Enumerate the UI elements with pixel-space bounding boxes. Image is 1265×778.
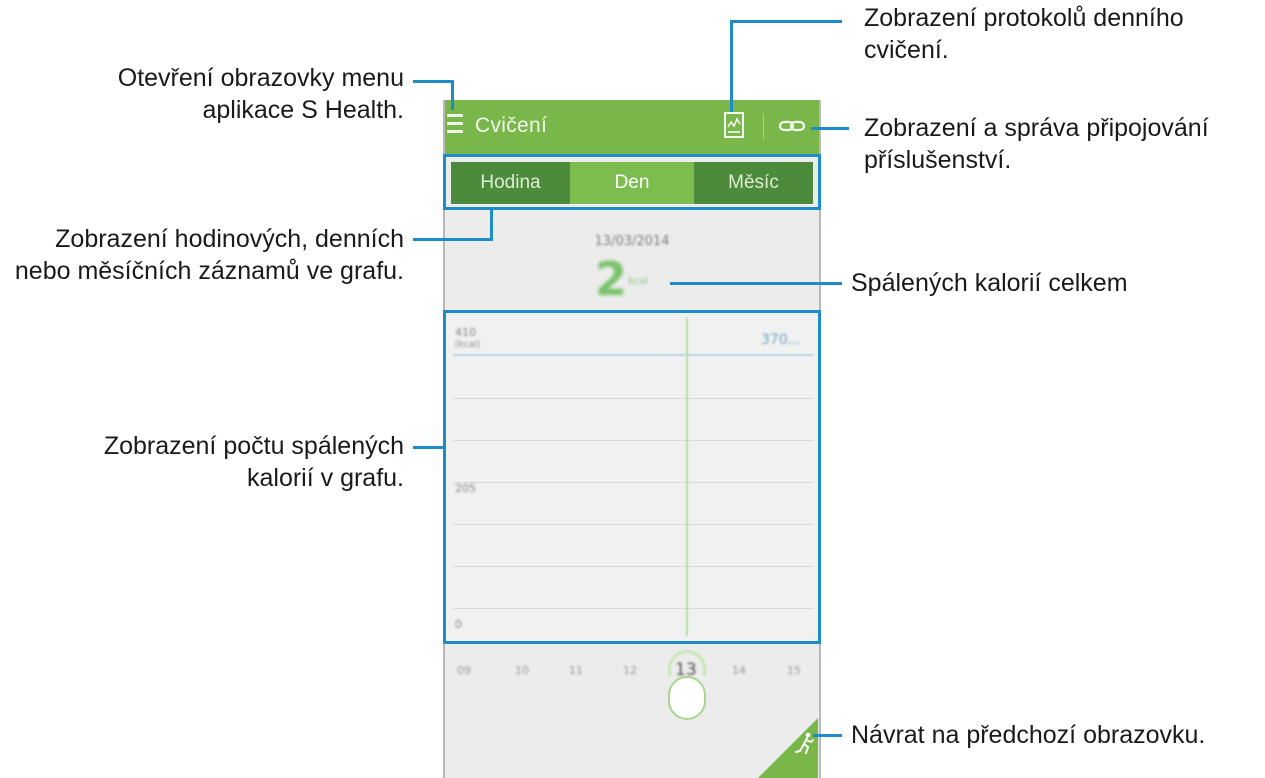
summary-date: 13/03/2014 — [594, 234, 670, 249]
graph-highlight-box — [443, 310, 821, 644]
link-icon[interactable] — [778, 115, 806, 137]
callout-menu: Otevření obrazovky menu aplikace S Healt… — [117, 64, 404, 124]
callout-line — [451, 80, 454, 110]
x-tick: 09 — [457, 664, 471, 677]
app-bar: Cvičení — [445, 100, 819, 154]
callout-line — [813, 734, 842, 737]
summary-unit: kcal — [628, 276, 649, 287]
timeline-scroll-handle[interactable] — [668, 676, 706, 720]
tabs-highlight-box — [443, 154, 821, 210]
running-person-icon[interactable] — [795, 732, 815, 754]
x-tick: 14 — [732, 664, 746, 677]
summary-value: 2 — [595, 252, 628, 306]
callout-line — [413, 238, 493, 241]
callout-accessory: Zobrazení a správa připojování příslušen… — [864, 114, 1209, 174]
callout-log: Zobrazení protokolů denního cvičení. — [864, 4, 1184, 64]
calorie-summary: 13/03/2014 2 kcal — [445, 212, 819, 310]
callout-back: Návrat na předchozí obrazovku. — [851, 721, 1206, 749]
callout-line — [670, 282, 842, 285]
callout-line — [730, 20, 733, 112]
x-tick: 15 — [787, 664, 801, 677]
callout-graph: Zobrazení počtu spálených kalorií v graf… — [103, 432, 404, 492]
callout-records: Zobrazení hodinových, denních nebo měsíč… — [14, 225, 404, 285]
x-tick: 10 — [515, 664, 529, 677]
callout-line — [490, 208, 493, 241]
app-bar-divider — [763, 114, 764, 140]
callout-line — [413, 80, 453, 83]
log-chart-icon[interactable] — [723, 111, 745, 139]
x-tick: 12 — [623, 664, 637, 677]
x-tick: 11 — [569, 664, 583, 677]
callout-line — [730, 20, 842, 23]
app-title: Cvičení — [475, 114, 548, 137]
callout-line — [811, 127, 849, 130]
callout-total: Spálených kalorií celkem — [851, 269, 1128, 297]
callout-line — [413, 446, 446, 449]
menu-icon[interactable] — [447, 114, 465, 138]
